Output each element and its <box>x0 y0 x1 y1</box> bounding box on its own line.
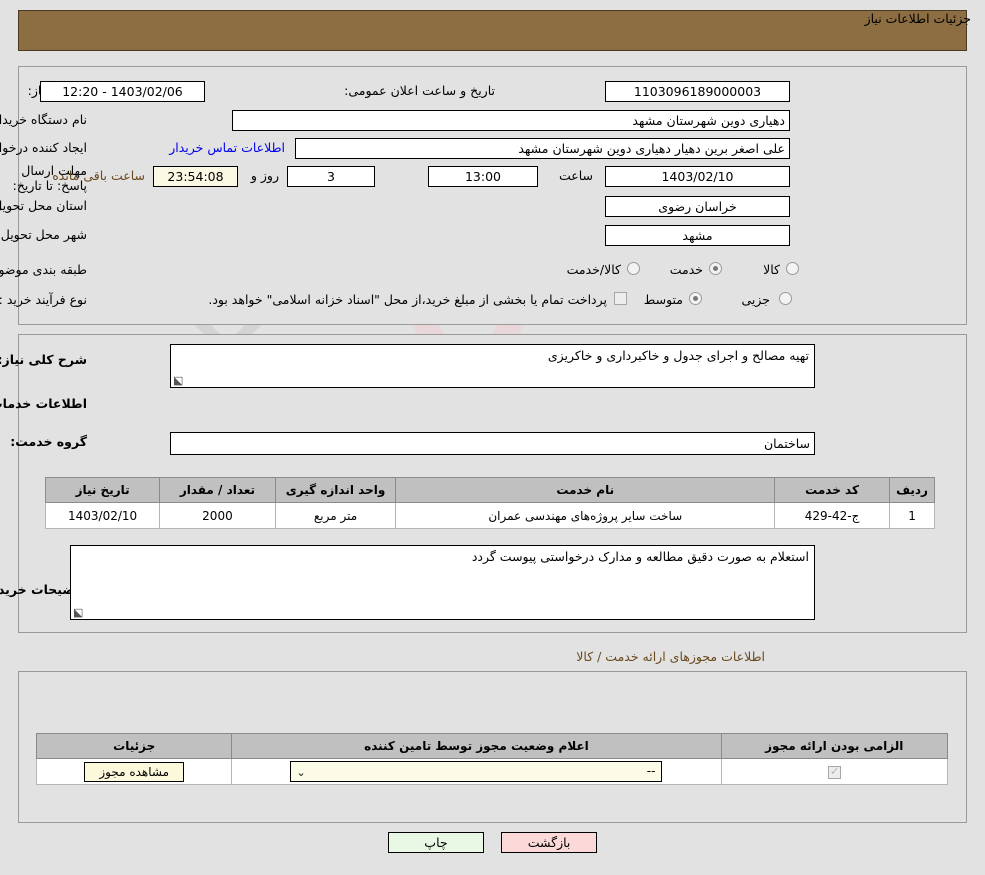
deadline-hour-label: ساعت <box>558 168 593 183</box>
tender-details-page: AriaTender.net جزئیات اطلاعات نیاز شماره… <box>0 0 985 875</box>
remaining-days-field[interactable]: 3 <box>287 166 375 187</box>
remaining-hours-label: ساعت باقی مانده <box>52 168 145 183</box>
buyer-org-label: نام دستگاه خریدار: <box>0 112 87 127</box>
buyer-contact-link[interactable]: اطلاعات تماس خریدار <box>169 140 285 155</box>
treasury-payment-label: پرداخت تمام یا بخشی از مبلغ خرید،از محل … <box>208 292 607 307</box>
service-group-field[interactable]: ساختمان <box>170 432 815 455</box>
buyer-org-field[interactable]: دهیاری دوین شهرستان مشهد <box>232 110 790 131</box>
permits-section-title: اطلاعات مجوزهای ارائه خدمت / کالا <box>576 649 765 664</box>
cell-name: ساخت سایر پروژه‌های مهندسی عمران <box>395 502 776 529</box>
th-permit-details: جزئیات <box>35 733 233 759</box>
cell-permit-details: مشاهده مجوز <box>35 758 233 785</box>
category-label: طبقه بندی موضوعی: <box>0 262 87 277</box>
process-radio-motavaset[interactable] <box>689 292 702 305</box>
footer-button-bar: بازگشت چاپ <box>0 832 985 853</box>
city-field[interactable]: مشهد <box>605 225 790 246</box>
process-radio-jozi[interactable] <box>779 292 792 305</box>
category-radio-khedmat[interactable] <box>709 262 722 275</box>
creator-label: ایجاد کننده درخواست: <box>0 140 87 155</box>
service-group-label: گروه خدمت: <box>10 434 87 449</box>
chevron-down-icon: ⌄ <box>296 766 306 779</box>
table-row: 1 ج-42-429 ساخت سایر پروژه‌های مهندسی عم… <box>44 502 935 529</box>
process-label: نوع فرآیند خرید : <box>0 292 87 307</box>
th-permit-status: اعلام وضعیت مجوز توسط تامین کننده <box>231 733 722 759</box>
th-date: تاریخ نیاز <box>44 477 161 503</box>
category-radio-kala-khedmat[interactable] <box>627 262 640 275</box>
process-label-motavaset: متوسط <box>643 292 683 307</box>
back-button[interactable]: بازگشت <box>501 832 598 853</box>
permits-table: الزامی بودن ارائه مجوز اعلام وضعیت مجوز … <box>35 733 948 785</box>
th-code: کد خدمت <box>774 477 891 503</box>
announce-datetime-field[interactable]: 1403/02/06 - 12:20 <box>40 81 205 102</box>
cell-date: 1403/02/10 <box>44 502 161 529</box>
general-desc-textarea[interactable]: تهیه مصالح و اجرای جدول و خاکبرداری و خا… <box>170 344 815 388</box>
permits-table-header-row: الزامی بودن ارائه مجوز اعلام وضعیت مجوز … <box>35 733 948 759</box>
th-permit-required: الزامی بودن ارائه مجوز <box>720 733 948 759</box>
category-label-kala: کالا <box>763 262 780 277</box>
creator-field[interactable]: علی اصغر برین دهیار دهیاری دوین شهرستان … <box>295 138 790 159</box>
buyer-notes-textarea[interactable]: استعلام به صورت دقیق مطالعه و مدارک درخو… <box>70 545 815 620</box>
cell-quantity: 2000 <box>159 502 276 529</box>
resize-grip-icon[interactable]: ◪ <box>73 606 85 619</box>
city-label: شهر محل تحویل: <box>0 227 87 242</box>
countdown-field: 23:54:08 <box>153 166 238 187</box>
days-label: روز و <box>250 168 279 183</box>
deadline-date-field[interactable]: 1403/02/10 <box>605 166 790 187</box>
general-desc-label: شرح کلی نیاز: <box>0 352 87 367</box>
province-field[interactable]: خراسان رضوی <box>605 196 790 217</box>
page-title: جزئیات اطلاعات نیاز <box>864 11 971 26</box>
cell-row: 1 <box>889 502 935 529</box>
permit-status-select[interactable]: ⌄ -- <box>290 761 663 782</box>
services-info-title: اطلاعات خدمات مورد نیاز <box>0 396 87 411</box>
process-label-jozi: جزیی <box>741 292 770 307</box>
page-header-bar <box>18 10 967 51</box>
services-table: ردیف کد خدمت نام خدمت واحد اندازه گیری ت… <box>44 477 935 529</box>
th-row: ردیف <box>889 477 935 503</box>
need-info-panel <box>18 66 967 325</box>
th-name: نام خدمت <box>395 477 776 503</box>
permit-status-value: -- <box>646 764 656 778</box>
deadline-time-field[interactable]: 13:00 <box>428 166 538 187</box>
cell-code: ج-42-429 <box>774 502 891 529</box>
category-label-khedmat: خدمت <box>669 262 703 277</box>
category-label-kala-khedmat: کالا/خدمت <box>566 262 621 277</box>
treasury-payment-checkbox[interactable] <box>614 292 627 305</box>
province-label: استان محل تحویل: <box>0 198 87 213</box>
need-number-field[interactable]: 1103096189000003 <box>605 81 790 102</box>
cell-unit: متر مربع <box>274 502 397 529</box>
th-unit: واحد اندازه گیری <box>274 477 397 503</box>
buyer-notes-value: استعلام به صورت دقیق مطالعه و مدارک درخو… <box>471 549 809 564</box>
cell-permit-status: ⌄ -- <box>231 758 722 785</box>
resize-grip-icon[interactable]: ◪ <box>173 374 185 387</box>
th-quantity: تعداد / مقدار <box>159 477 276 503</box>
announce-label: تاریخ و ساعت اعلان عمومی: <box>344 83 495 98</box>
general-desc-value: تهیه مصالح و اجرای جدول و خاکبرداری و خا… <box>547 348 809 363</box>
cell-permit-required <box>720 758 948 785</box>
services-table-header-row: ردیف کد خدمت نام خدمت واحد اندازه گیری ت… <box>44 477 935 503</box>
permit-required-checkbox <box>827 764 841 779</box>
view-permit-button[interactable]: مشاهده مجوز <box>84 761 185 782</box>
category-radio-kala[interactable] <box>786 262 799 275</box>
print-button[interactable]: چاپ <box>387 832 484 853</box>
table-row: ⌄ -- مشاهده مجوز <box>35 758 948 785</box>
